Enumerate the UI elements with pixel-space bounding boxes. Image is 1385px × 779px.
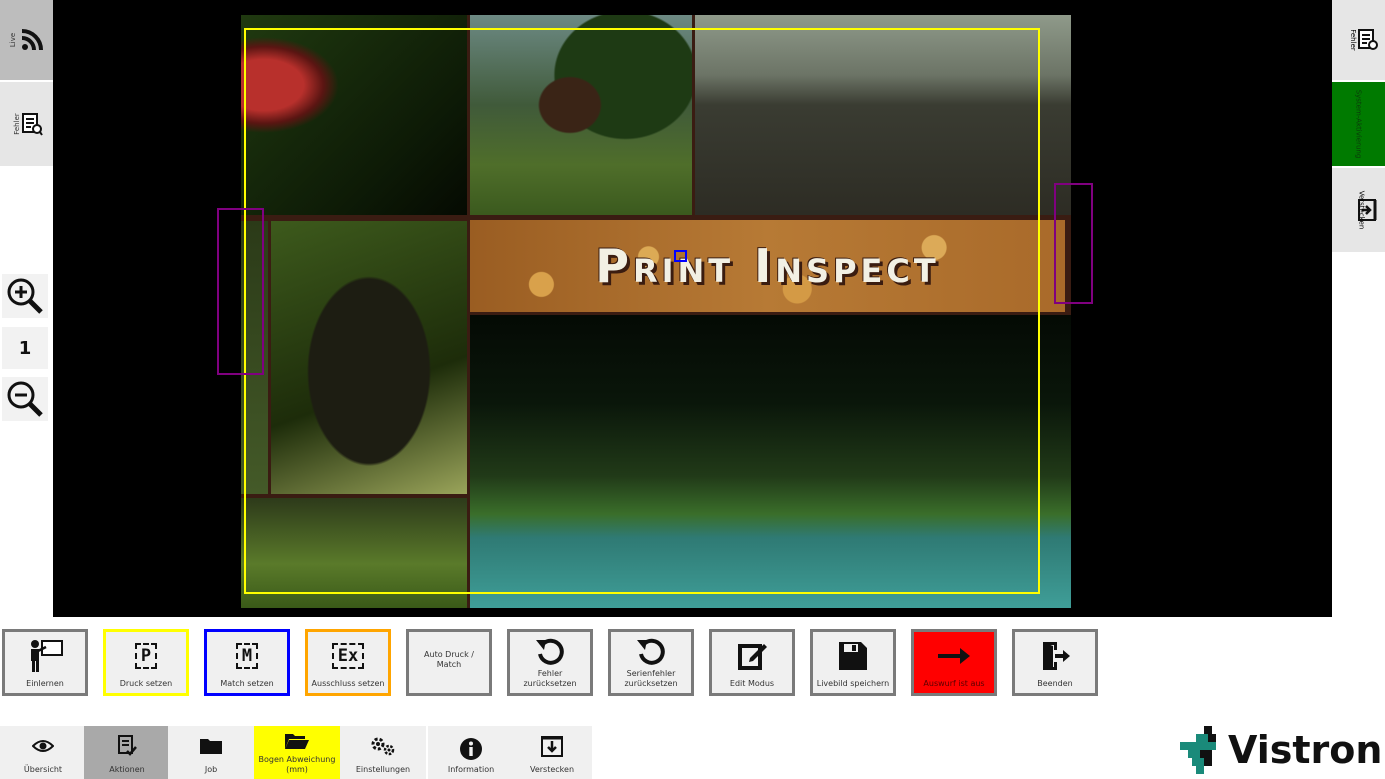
nav-job[interactable]: Job xyxy=(168,726,254,779)
printed-sheet: Print Inspect xyxy=(241,15,1071,608)
beenden-button[interactable]: Beenden xyxy=(1012,629,1098,696)
livebild-speichern-button[interactable]: Livebild speichern xyxy=(810,629,896,696)
match-setzen-button[interactable]: M Match setzen xyxy=(204,629,290,696)
auto-druck-match-label: Auto Druck / Match xyxy=(424,650,474,669)
beenden-label: Beenden xyxy=(1037,679,1073,688)
tab-verstecken-right-label: Verstecken xyxy=(1357,190,1366,230)
reset-icon xyxy=(637,638,665,665)
photo-sculpture xyxy=(470,15,692,215)
reset-icon xyxy=(536,638,564,665)
nav-uebersicht[interactable]: Übersicht xyxy=(0,726,86,779)
vistron-pixel-icon xyxy=(1180,726,1216,774)
nav-aktionen-label: Aktionen xyxy=(109,765,145,774)
system-status-tab[interactable]: System-Aktivierung xyxy=(1332,82,1385,166)
photo-boardwalk xyxy=(695,15,1071,215)
eye-icon xyxy=(32,739,54,752)
druck-setzen-label: Druck setzen xyxy=(119,679,173,688)
live-image-viewport[interactable]: Print Inspect xyxy=(53,0,1332,617)
rss-feed-icon xyxy=(21,29,43,51)
folder-icon xyxy=(200,738,222,754)
livebild-speichern-label: Livebild speichern xyxy=(816,679,890,688)
nav-einstellungen[interactable]: Einstellungen xyxy=(340,726,426,779)
nav-bogen-abweichung[interactable]: Bogen Abweichung (mm) xyxy=(254,726,340,779)
exit-icon xyxy=(1043,641,1070,670)
nav-job-label: Job xyxy=(204,765,218,774)
edit-modus-label: Edit Modus xyxy=(729,679,775,688)
hide-panel-icon xyxy=(541,735,563,757)
banner-title: Print Inspect xyxy=(595,239,940,293)
error-report-icon xyxy=(1358,29,1378,50)
einlernen-button[interactable]: Einlernen xyxy=(2,629,88,696)
nav-aktionen[interactable]: Aktionen xyxy=(84,726,170,779)
tab-fehler-label: Fehler xyxy=(12,113,21,135)
edit-modus-button[interactable]: Edit Modus xyxy=(709,629,795,696)
logo-text: Vistron xyxy=(1228,728,1383,772)
zoom-out-button[interactable] xyxy=(2,377,48,421)
checklist-icon xyxy=(118,734,137,756)
auswurf-label: Auswurf ist aus xyxy=(923,679,985,688)
nav-uebersicht-label: Übersicht xyxy=(23,765,63,774)
nav-information[interactable]: Information xyxy=(428,726,514,779)
system-status-label: System-Aktivierung xyxy=(1354,89,1363,159)
ausschluss-setzen-button[interactable]: Ex Ausschluss setzen xyxy=(305,629,391,696)
photo-lake xyxy=(470,315,1071,608)
einlernen-label: Einlernen xyxy=(26,679,64,688)
tab-fehler-right-label: Fehler xyxy=(1348,29,1357,51)
match-setzen-label: Match setzen xyxy=(220,679,274,688)
tab-live-label: Live xyxy=(9,32,18,48)
photo-bushes xyxy=(241,498,467,608)
tab-fehler-right[interactable]: Fehler xyxy=(1332,0,1385,80)
tab-fehler[interactable]: Fehler xyxy=(0,82,53,166)
druck-setzen-button[interactable]: P Druck setzen xyxy=(103,629,189,696)
auswurf-button[interactable]: Auswurf ist aus xyxy=(911,629,997,696)
vistron-logo: Vistron xyxy=(1180,724,1382,776)
ausschluss-setzen-label: Ausschluss setzen xyxy=(311,679,385,688)
print-inspect-banner: Print Inspect xyxy=(470,220,1065,312)
folder-open-icon xyxy=(285,733,309,749)
fehler-zuruecksetzen-button[interactable]: Fehler zurücksetzen xyxy=(507,629,593,696)
photo-rose xyxy=(241,15,467,215)
tab-verstecken-right[interactable]: Verstecken xyxy=(1332,168,1385,252)
serienfehler-zuruecksetzen-button[interactable]: Serienfehler zurücksetzen xyxy=(608,629,694,696)
save-icon xyxy=(839,641,867,670)
info-icon xyxy=(460,737,482,760)
nav-einstellungen-label: Einstellungen xyxy=(355,765,411,774)
match-mark-icon: M xyxy=(235,642,259,669)
zoom-level: 1 xyxy=(2,327,48,369)
serienfehler-zuruecksetzen-label: Serienfehler zurücksetzen xyxy=(624,669,678,688)
left-sidebar: Live Fehler 1 xyxy=(0,0,53,617)
arrow-right-icon xyxy=(938,647,970,664)
nav-bogen-label: Bogen Abweichung (mm) xyxy=(258,755,336,774)
nav-information-label: Information xyxy=(447,765,495,774)
nav-verstecken-label: Verstecken xyxy=(529,765,575,774)
fehler-zuruecksetzen-label: Fehler zurücksetzen xyxy=(523,669,577,688)
right-sidebar: Fehler System-Aktivierung Verstecken xyxy=(1332,0,1385,617)
zoom-in-icon xyxy=(7,278,43,314)
photo-heart-sculpture xyxy=(271,221,467,494)
print-mark-icon: P xyxy=(134,642,158,669)
auto-druck-match-button[interactable]: Auto Druck / Match xyxy=(406,629,492,696)
exclusion-mark-icon: Ex xyxy=(331,642,365,669)
zoom-out-icon xyxy=(7,381,43,417)
tab-live[interactable]: Live xyxy=(0,0,53,80)
zoom-in-button[interactable] xyxy=(2,274,48,318)
photo-leaves-left xyxy=(241,221,268,494)
nav-verstecken[interactable]: Verstecken xyxy=(512,726,592,779)
edit-icon xyxy=(738,643,767,670)
teacher-icon xyxy=(31,639,63,672)
gears-icon xyxy=(371,737,395,755)
error-report-icon xyxy=(21,113,43,136)
